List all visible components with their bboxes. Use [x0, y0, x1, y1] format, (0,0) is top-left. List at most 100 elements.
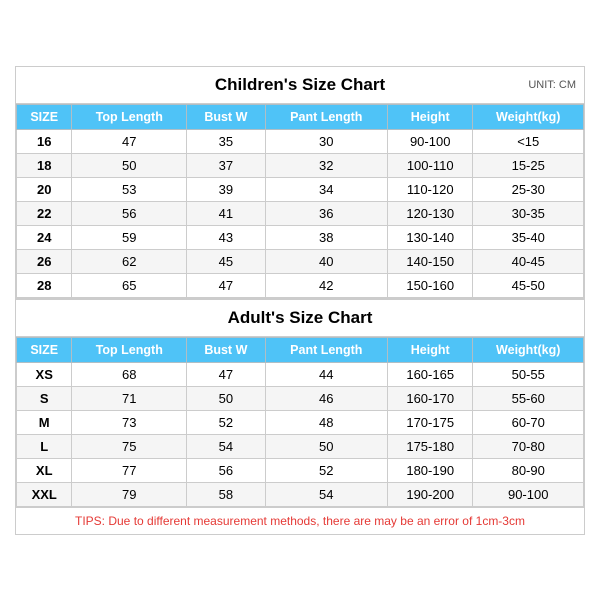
adult-cell: 160-170	[387, 386, 472, 410]
adult-cell: 44	[265, 362, 387, 386]
children-cell: 43	[187, 225, 265, 249]
adult-cell: XL	[17, 458, 72, 482]
children-table-row: 1647353090-100<15	[17, 129, 584, 153]
adult-cell: L	[17, 434, 72, 458]
adult-header-row: SIZE Top Length Bust W Pant Length Heigh…	[17, 337, 584, 362]
adult-cell: 52	[187, 410, 265, 434]
children-cell: 25-30	[473, 177, 584, 201]
children-cell: 37	[187, 153, 265, 177]
tips-text: TIPS: Due to different measurement metho…	[75, 514, 525, 528]
children-cell: 36	[265, 201, 387, 225]
adult-cell: 50	[265, 434, 387, 458]
adult-cell: 80-90	[473, 458, 584, 482]
children-cell: 140-150	[387, 249, 472, 273]
col-weight: Weight(kg)	[473, 104, 584, 129]
adult-cell: 175-180	[387, 434, 472, 458]
children-cell: 20	[17, 177, 72, 201]
adult-cell: 75	[72, 434, 187, 458]
children-table-row: 22564136120-13030-35	[17, 201, 584, 225]
children-cell: 130-140	[387, 225, 472, 249]
adult-cell: 58	[187, 482, 265, 506]
adult-col-weight: Weight(kg)	[473, 337, 584, 362]
unit-label: UNIT: CM	[528, 79, 576, 91]
children-cell: 40	[265, 249, 387, 273]
children-cell: 16	[17, 129, 72, 153]
adult-title-row: Adult's Size Chart	[16, 298, 584, 337]
children-cell: 56	[72, 201, 187, 225]
adult-cell: 52	[265, 458, 387, 482]
children-cell: 62	[72, 249, 187, 273]
children-cell: 39	[187, 177, 265, 201]
adult-cell: 47	[187, 362, 265, 386]
adult-cell: S	[17, 386, 72, 410]
adult-cell: 56	[187, 458, 265, 482]
adult-cell: 50-55	[473, 362, 584, 386]
adult-col-size: SIZE	[17, 337, 72, 362]
adult-col-top-length: Top Length	[72, 337, 187, 362]
adult-cell: 90-100	[473, 482, 584, 506]
children-cell: 65	[72, 273, 187, 297]
children-table-row: 26624540140-15040-45	[17, 249, 584, 273]
adult-col-bust-w: Bust W	[187, 337, 265, 362]
adult-table-row: XXL795854190-20090-100	[17, 482, 584, 506]
adult-table-row: XS684744160-16550-55	[17, 362, 584, 386]
adult-cell: 160-165	[387, 362, 472, 386]
adult-col-pant-length: Pant Length	[265, 337, 387, 362]
adult-col-height: Height	[387, 337, 472, 362]
children-header-row: SIZE Top Length Bust W Pant Length Heigh…	[17, 104, 584, 129]
children-cell: 30	[265, 129, 387, 153]
adult-cell: 180-190	[387, 458, 472, 482]
children-cell: 150-160	[387, 273, 472, 297]
children-cell: 45	[187, 249, 265, 273]
adult-table-row: M735248170-17560-70	[17, 410, 584, 434]
children-cell: 18	[17, 153, 72, 177]
children-cell: 120-130	[387, 201, 472, 225]
children-cell: 50	[72, 153, 187, 177]
adult-cell: M	[17, 410, 72, 434]
adult-cell: 73	[72, 410, 187, 434]
adult-cell: 60-70	[473, 410, 584, 434]
children-title: Children's Size Chart	[215, 75, 385, 95]
children-cell: 32	[265, 153, 387, 177]
col-top-length: Top Length	[72, 104, 187, 129]
col-height: Height	[387, 104, 472, 129]
adult-table-row: L755450175-18070-80	[17, 434, 584, 458]
adult-cell: 77	[72, 458, 187, 482]
children-cell: 28	[17, 273, 72, 297]
adult-cell: 70-80	[473, 434, 584, 458]
adult-cell: 48	[265, 410, 387, 434]
children-table-row: 28654742150-16045-50	[17, 273, 584, 297]
adult-cell: 55-60	[473, 386, 584, 410]
children-title-row: Children's Size Chart UNIT: CM	[16, 67, 584, 104]
children-cell: <15	[473, 129, 584, 153]
children-cell: 26	[17, 249, 72, 273]
children-cell: 35	[187, 129, 265, 153]
adult-cell: 190-200	[387, 482, 472, 506]
children-cell: 24	[17, 225, 72, 249]
children-cell: 59	[72, 225, 187, 249]
adult-title: Adult's Size Chart	[228, 308, 373, 328]
adult-cell: 54	[187, 434, 265, 458]
col-size: SIZE	[17, 104, 72, 129]
children-cell: 53	[72, 177, 187, 201]
children-cell: 38	[265, 225, 387, 249]
adult-table-row: XL775652180-19080-90	[17, 458, 584, 482]
adult-cell: 46	[265, 386, 387, 410]
adult-cell: 54	[265, 482, 387, 506]
children-table-row: 18503732100-11015-25	[17, 153, 584, 177]
children-cell: 34	[265, 177, 387, 201]
adult-cell: XXL	[17, 482, 72, 506]
children-cell: 40-45	[473, 249, 584, 273]
children-cell: 45-50	[473, 273, 584, 297]
col-pant-length: Pant Length	[265, 104, 387, 129]
children-cell: 30-35	[473, 201, 584, 225]
children-cell: 100-110	[387, 153, 472, 177]
children-cell: 90-100	[387, 129, 472, 153]
children-table-row: 24594338130-14035-40	[17, 225, 584, 249]
children-cell: 110-120	[387, 177, 472, 201]
adult-table: SIZE Top Length Bust W Pant Length Heigh…	[16, 337, 584, 507]
children-cell: 41	[187, 201, 265, 225]
adult-cell: 68	[72, 362, 187, 386]
children-table: SIZE Top Length Bust W Pant Length Heigh…	[16, 104, 584, 298]
children-cell: 42	[265, 273, 387, 297]
